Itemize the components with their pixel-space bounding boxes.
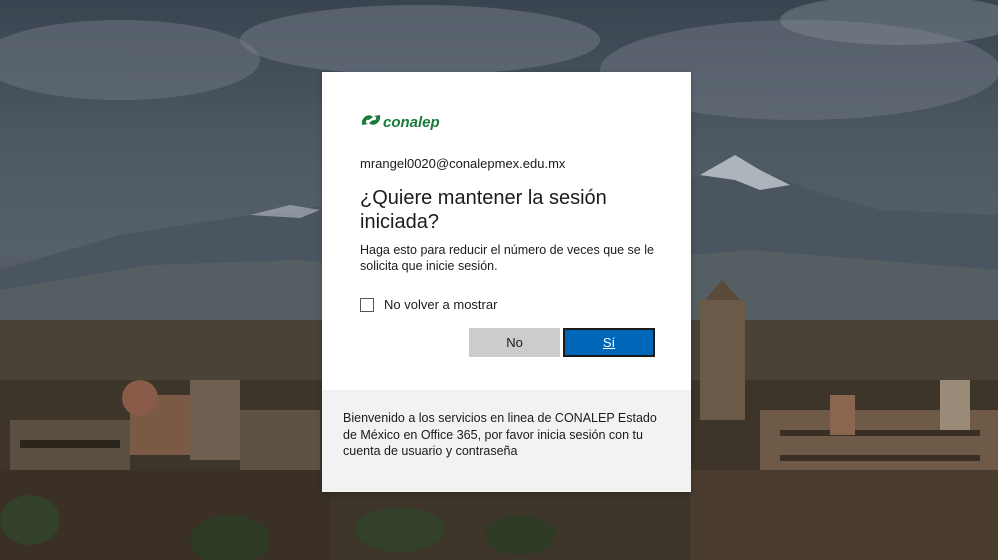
sign-in-dialog: conalep mrangel0020@conalepmex.edu.mx ¿Q… — [322, 72, 691, 492]
dont-show-again-checkbox[interactable] — [360, 297, 374, 312]
dont-show-again-row[interactable]: No volver a mostrar — [360, 297, 655, 312]
no-button[interactable]: No — [469, 328, 560, 357]
button-row: No Sí — [360, 328, 655, 357]
prompt-description: Haga esto para reducir el número de vece… — [360, 243, 654, 273]
conalep-logo: conalep — [360, 106, 655, 134]
conalep-logo-icon — [361, 115, 381, 125]
logo-text: conalep — [383, 113, 440, 131]
yes-button[interactable]: Sí — [563, 328, 655, 357]
dialog-body: conalep mrangel0020@conalepmex.edu.mx ¿Q… — [322, 72, 691, 388]
dialog-footer-banner: Bienvenido a los servicios en linea de C… — [322, 390, 691, 492]
dont-show-again-label[interactable]: No volver a mostrar — [384, 297, 497, 312]
page-title: ¿Quiere mantener la sesión iniciada? — [360, 187, 607, 233]
account-email: mrangel0020@conalepmex.edu.mx — [360, 156, 566, 171]
